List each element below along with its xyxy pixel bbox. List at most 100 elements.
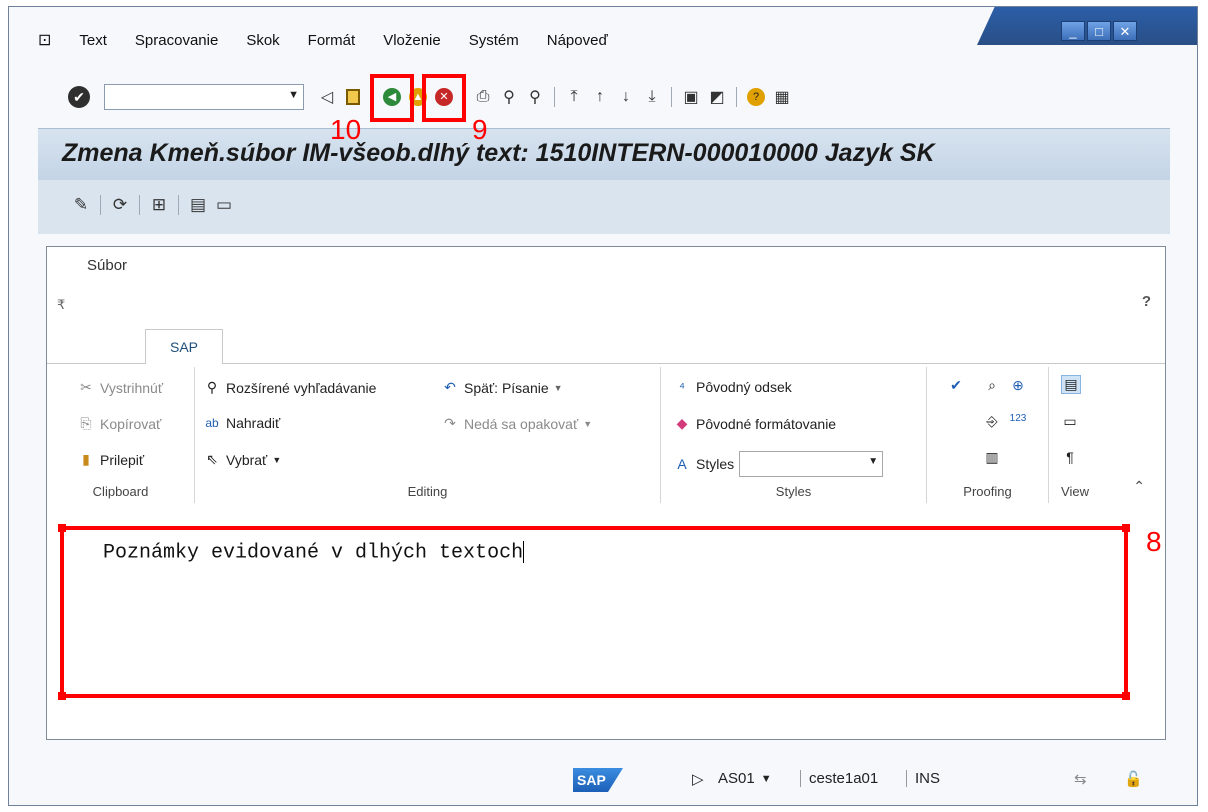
status-expand-icon[interactable]: ▷ bbox=[692, 770, 704, 788]
paragraph-style-icon: ⁴ bbox=[678, 379, 685, 395]
refresh-icon[interactable]: ⟳ bbox=[109, 194, 131, 216]
annotation-label-8: 8 bbox=[1146, 526, 1162, 557]
menu-icon[interactable]: ⊡ bbox=[38, 30, 51, 50]
eraser-icon: ◆ bbox=[676, 415, 688, 431]
last-page-icon[interactable]: ⤓ bbox=[641, 86, 663, 108]
menu-system[interactable]: Systém bbox=[469, 32, 519, 49]
editing-group-label: Editing bbox=[407, 484, 448, 499]
menu-bar: ⊡ Text Spracovanie Skok Formát Vloženie … bbox=[38, 30, 608, 50]
save-icon[interactable] bbox=[342, 86, 364, 108]
paste-icon: ▮ bbox=[82, 451, 90, 467]
cursor-icon: ⇖ bbox=[206, 451, 218, 467]
menu-text[interactable]: Text bbox=[79, 32, 107, 49]
enter-check-icon[interactable]: ✔ bbox=[68, 86, 90, 108]
menu-napoved[interactable]: Nápoveď bbox=[547, 32, 608, 49]
styles-dropdown[interactable]: ▼ bbox=[739, 451, 884, 477]
server-info: ceste1a01 bbox=[800, 770, 878, 787]
tab-sap[interactable]: SAP bbox=[145, 329, 223, 364]
draft-icon: ▭ bbox=[1063, 413, 1077, 429]
word-count-button[interactable]: 123 bbox=[1009, 413, 1027, 424]
find-icon[interactable]: ⚲ bbox=[498, 86, 520, 108]
comment-icon[interactable]: ▭ bbox=[213, 194, 235, 216]
select-button[interactable]: ⇖ Vybrať ▼ bbox=[203, 451, 281, 468]
advanced-find-button[interactable]: ⚲ Rozšírené vyhľadávanie bbox=[203, 379, 377, 396]
toolbar-separator bbox=[100, 195, 101, 215]
proofing-group: ✔ ⌕ ⊕ ⎆ 123 ▥ Proofing bbox=[927, 367, 1049, 503]
first-page-icon[interactable]: ⤒ bbox=[563, 86, 585, 108]
cut-button[interactable]: ✂ Vystrihnúť bbox=[77, 379, 163, 396]
minimize-button[interactable]: _ bbox=[1061, 21, 1085, 41]
annotation-box-10 bbox=[370, 74, 414, 122]
menu-skok[interactable]: Skok bbox=[246, 32, 279, 49]
compare-icon: ▥ bbox=[985, 449, 999, 465]
annotation-label-9: 9 bbox=[472, 114, 488, 145]
collapse-ribbon-icon[interactable]: ⌃ bbox=[1133, 478, 1145, 495]
spelling-button[interactable]: ✔ bbox=[947, 377, 965, 394]
translate-icon: ⊕ bbox=[1012, 377, 1024, 393]
system-info[interactable]: AS01 ▼ bbox=[718, 770, 772, 787]
chevron-down-icon: ▼ bbox=[868, 456, 879, 467]
pilcrow-icon: ¶ bbox=[1066, 449, 1074, 465]
print-icon[interactable]: ⎙ bbox=[472, 86, 494, 108]
copy-button[interactable]: ⎘ Kopírovať bbox=[77, 415, 161, 432]
paste-button[interactable]: ▮ Prilepiť bbox=[77, 451, 144, 468]
application-toolbar: ✎ ⟳ ⊞ ▤ ▭ bbox=[38, 180, 1170, 234]
find-next-icon[interactable]: ⚲ bbox=[524, 86, 546, 108]
chevron-down-icon: ▼ bbox=[583, 418, 593, 429]
toolbar-separator bbox=[554, 87, 555, 107]
lock-icon[interactable]: 🔓 bbox=[1124, 770, 1143, 788]
thesaurus-button[interactable]: ⌕ bbox=[983, 377, 1001, 394]
view-group-label: View bbox=[1061, 484, 1089, 499]
maximize-button[interactable]: □ bbox=[1087, 21, 1111, 41]
collapse-arrow-icon[interactable]: ◁ bbox=[316, 86, 338, 108]
undo-button[interactable]: ↶ Späť: Písanie ▼ bbox=[441, 379, 562, 396]
view-group: ▤ ▭ ¶ View bbox=[1049, 367, 1101, 503]
menu-spracovanie[interactable]: Spracovanie bbox=[135, 32, 218, 49]
help-icon[interactable]: ? bbox=[745, 86, 767, 108]
insert-mode[interactable]: INS bbox=[906, 770, 940, 787]
quick-access-toolbar-icon[interactable]: ₹ bbox=[57, 297, 65, 313]
previous-page-icon[interactable]: ↑ bbox=[589, 86, 611, 108]
translate-check-button[interactable]: ⊕ bbox=[1009, 377, 1027, 394]
draft-view-button[interactable]: ▭ bbox=[1061, 413, 1079, 430]
menu-format[interactable]: Formát bbox=[308, 32, 356, 49]
close-button[interactable]: ✕ bbox=[1113, 21, 1137, 41]
ribbon-tabs: SAP bbox=[47, 325, 1165, 364]
format-icon[interactable]: ▤ bbox=[187, 194, 209, 216]
redo-button[interactable]: ↷ Nedá sa opakovať ▼ bbox=[441, 415, 592, 432]
next-page-icon[interactable]: ↓ bbox=[615, 86, 637, 108]
ribbon-help-icon[interactable]: ? bbox=[1142, 293, 1151, 310]
chevron-down-icon[interactable]: ▼ bbox=[288, 89, 299, 101]
styles-group-label: Styles bbox=[775, 484, 812, 499]
word-count-icon: 123 bbox=[1009, 413, 1027, 424]
annotation-box-8 bbox=[58, 524, 1130, 700]
shortcut-icon[interactable]: ◩ bbox=[706, 86, 728, 108]
original-paragraph-button[interactable]: ⁴ Pôvodný odsek bbox=[673, 379, 792, 395]
proofing-group-label: Proofing bbox=[963, 484, 1012, 499]
original-formatting-button[interactable]: ◆ Pôvodné formátovanie bbox=[673, 415, 836, 432]
chevron-down-icon: ▼ bbox=[760, 772, 772, 785]
show-formatting-button[interactable]: ¶ bbox=[1061, 449, 1079, 465]
layout-menu-icon[interactable]: ▦ bbox=[771, 86, 793, 108]
research-icon: ⌕ bbox=[988, 377, 996, 393]
display-change-icon[interactable]: ✎ bbox=[70, 194, 92, 216]
menu-vlozenie[interactable]: Vloženie bbox=[383, 32, 441, 49]
compare-button[interactable]: ▥ bbox=[983, 449, 1001, 466]
undo-icon: ↶ bbox=[444, 379, 456, 395]
toolbar-separator bbox=[139, 195, 140, 215]
page-icon: ▤ bbox=[1061, 375, 1081, 394]
new-session-icon[interactable]: ▣ bbox=[680, 86, 702, 108]
styles-selector[interactable]: A Styles ▼ bbox=[673, 451, 884, 477]
command-field[interactable]: ▼ bbox=[104, 84, 304, 110]
ribbon-file-tab[interactable]: Súbor bbox=[87, 257, 127, 274]
replace-button[interactable]: ab Nahradiť bbox=[203, 415, 280, 431]
status-bar: SAP ▷ AS01 ▼ ceste1a01 INS ⇆ 🔓 bbox=[38, 764, 1178, 798]
language-button[interactable]: ⎆ bbox=[983, 413, 1001, 430]
toolbar-separator bbox=[736, 87, 737, 107]
toolbar-separator bbox=[178, 195, 179, 215]
clipboard-group-label: Clipboard bbox=[92, 484, 149, 499]
print-layout-button[interactable]: ▤ bbox=[1061, 375, 1081, 394]
layout-icon[interactable]: ⇆ bbox=[1074, 770, 1087, 788]
redo-icon: ↷ bbox=[444, 415, 456, 431]
insert-icon[interactable]: ⊞ bbox=[148, 194, 170, 216]
